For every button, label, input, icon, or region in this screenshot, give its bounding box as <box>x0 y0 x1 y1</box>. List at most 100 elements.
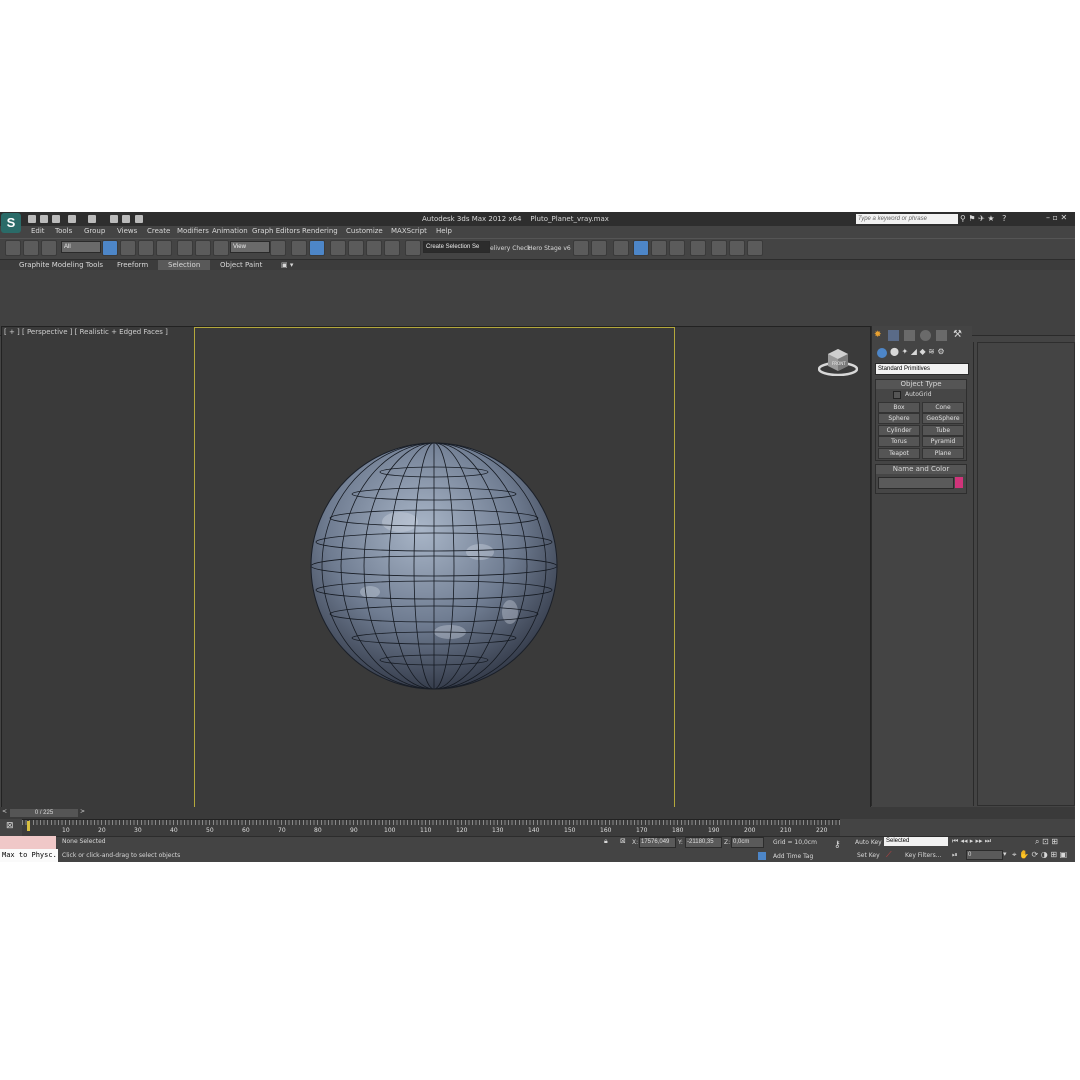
add-time-tag-button[interactable]: Add Time Tag <box>773 853 813 860</box>
utilities-tab-icon[interactable]: ⚒ <box>953 329 962 340</box>
display-tab-icon[interactable] <box>936 330 947 341</box>
snaps-toggle-icon[interactable] <box>330 240 346 256</box>
tab-freeform[interactable]: Freeform <box>107 260 158 270</box>
viewport-label[interactable]: [ + ] [ Perspective ] [ Realistic + Edge… <box>4 328 168 336</box>
link-icon[interactable] <box>5 240 21 256</box>
plane-button[interactable]: Plane <box>922 448 964 459</box>
window-layout-icon[interactable] <box>122 215 130 223</box>
save-file-icon[interactable] <box>52 215 60 223</box>
project-folder-icon[interactable] <box>110 215 118 223</box>
current-frame-field[interactable]: 0 <box>966 850 1003 860</box>
key-mode-dropdown[interactable]: Selected <box>884 837 948 846</box>
search-input[interactable]: Type a keyword or phrase <box>856 214 958 224</box>
name-color-title[interactable]: Name and Color <box>876 465 966 474</box>
material-editor-icon[interactable] <box>690 240 706 256</box>
key-mode-toggle-icon[interactable]: ⏯ <box>952 851 958 860</box>
motion-tab-icon[interactable] <box>920 330 931 341</box>
menu-views[interactable]: Views <box>117 227 137 235</box>
hero-stage-label[interactable]: Hero Stage v6 <box>528 245 571 252</box>
tab-graphite-modeling-tools[interactable]: Graphite Modeling Tools <box>9 260 113 270</box>
schematic-view-icon[interactable] <box>669 240 685 256</box>
tube-button[interactable]: Tube <box>922 425 964 436</box>
menu-create[interactable]: Create <box>147 227 170 235</box>
key-filters-button[interactable]: Key Filters... <box>905 852 942 859</box>
menu-modifiers[interactable]: Modifiers <box>177 227 209 235</box>
spinner-snap-icon[interactable] <box>384 240 400 256</box>
primitive-type-dropdown[interactable]: Standard Primitives <box>875 363 969 375</box>
tab-selection[interactable]: Selection <box>158 260 211 270</box>
curve-editor-icon[interactable] <box>651 240 667 256</box>
object-name-input[interactable] <box>878 477 954 489</box>
pyramid-button[interactable]: Pyramid <box>922 436 964 447</box>
time-next-icon[interactable]: > <box>80 808 85 815</box>
playback-controls[interactable]: ⏮ ◂◂ ▸ ▸▸ ⏭ <box>952 837 991 846</box>
teapot-button[interactable]: Teapot <box>878 448 920 459</box>
menu-graph-editors[interactable]: Graph Editors <box>252 227 300 235</box>
y-coordinate-field[interactable]: -21180,35 <box>685 837 722 848</box>
box-button[interactable]: Box <box>878 402 920 413</box>
edit-named-sets-icon[interactable] <box>405 240 421 256</box>
hierarchy-tab-icon[interactable] <box>904 330 915 341</box>
time-tag-icon[interactable] <box>758 852 766 860</box>
layer-manager-icon[interactable] <box>613 240 629 256</box>
undo-icon[interactable] <box>68 215 76 223</box>
cylinder-button[interactable]: Cylinder <box>878 425 920 436</box>
align-icon[interactable] <box>591 240 607 256</box>
unlink-icon[interactable] <box>23 240 39 256</box>
rendered-frame-icon[interactable] <box>729 240 745 256</box>
autogrid-checkbox[interactable] <box>893 391 901 399</box>
auto-key-button[interactable]: Auto Key <box>855 839 882 846</box>
lock-selection-icon[interactable]: 🔒︎ <box>604 837 608 846</box>
tab-object-paint[interactable]: Object Paint <box>210 260 272 270</box>
torus-button[interactable]: Torus <box>878 436 920 447</box>
redo-icon[interactable] <box>88 215 96 223</box>
menu-help[interactable]: Help <box>436 227 452 235</box>
mirror-icon[interactable] <box>573 240 589 256</box>
key-icon[interactable]: ⚷ <box>834 840 841 850</box>
object-type-title[interactable]: Object Type <box>876 380 966 389</box>
set-key-button[interactable]: Set Key <box>857 852 880 859</box>
named-selection-set-dropdown[interactable]: Create Selection Se <box>423 241 490 253</box>
menu-customize[interactable]: Customize <box>346 227 383 235</box>
scale-icon[interactable] <box>213 240 229 256</box>
select-object-icon[interactable] <box>102 240 118 256</box>
select-manipulate-icon[interactable] <box>291 240 307 256</box>
ribbon-options-icon[interactable]: ▣ ▾ <box>281 261 293 269</box>
percent-snap-icon[interactable] <box>366 240 382 256</box>
mini-curve-editor-icon[interactable]: ⊠ <box>6 821 14 831</box>
modify-tab-icon[interactable] <box>888 330 899 341</box>
reference-coord-dropdown[interactable]: View <box>230 241 270 253</box>
new-file-icon[interactable] <box>28 215 36 223</box>
menu-animation[interactable]: Animation <box>212 227 248 235</box>
menu-edit[interactable]: Edit <box>31 227 45 235</box>
viewcube-icon[interactable]: FRONT <box>818 346 858 376</box>
viewport-nav-icons-bottom[interactable]: ⌖ ✋ ⟳ ◑ ⊞ ▣ <box>1012 850 1067 860</box>
angle-snap-icon[interactable] <box>348 240 364 256</box>
menu-tools[interactable]: Tools <box>55 227 72 235</box>
window-layout-2-icon[interactable] <box>135 215 143 223</box>
keyboard-shortcut-icon[interactable] <box>309 240 325 256</box>
x-coordinate-field[interactable]: 17576,049 <box>639 837 676 848</box>
rect-selection-icon[interactable] <box>138 240 154 256</box>
move-icon[interactable] <box>177 240 193 256</box>
planet-sphere[interactable] <box>310 442 558 690</box>
infocenter-icons[interactable]: ⚲ ⚑ ✈ ★ ? <box>960 214 1006 223</box>
graphite-toggle-icon[interactable] <box>633 240 649 256</box>
open-file-icon[interactable] <box>40 215 48 223</box>
render-production-icon[interactable] <box>747 240 763 256</box>
pivot-center-icon[interactable] <box>270 240 286 256</box>
selection-filter-dropdown[interactable]: All <box>61 241 101 253</box>
geosphere-button[interactable]: GeoSphere <box>922 413 964 424</box>
cone-button[interactable]: Cone <box>922 402 964 413</box>
window-controls[interactable]: – ▫ ✕ <box>1046 213 1067 222</box>
time-slider[interactable]: 0 / 225 <box>10 809 78 817</box>
create-category-icons[interactable]: ⬤ ✦ ◢ ◆ ≋ ⚙ <box>890 347 945 356</box>
rotate-icon[interactable] <box>195 240 211 256</box>
app-logo-icon[interactable]: S <box>1 213 21 233</box>
maxscript-mini-listener[interactable]: Max to Physc. <box>0 849 58 862</box>
create-tab-icon[interactable]: ✸ <box>874 330 882 340</box>
set-key-icon[interactable]: ⟋ <box>886 850 892 860</box>
time-prev-icon[interactable]: < <box>2 808 7 815</box>
select-by-name-icon[interactable] <box>120 240 136 256</box>
menu-group[interactable]: Group <box>84 227 105 235</box>
